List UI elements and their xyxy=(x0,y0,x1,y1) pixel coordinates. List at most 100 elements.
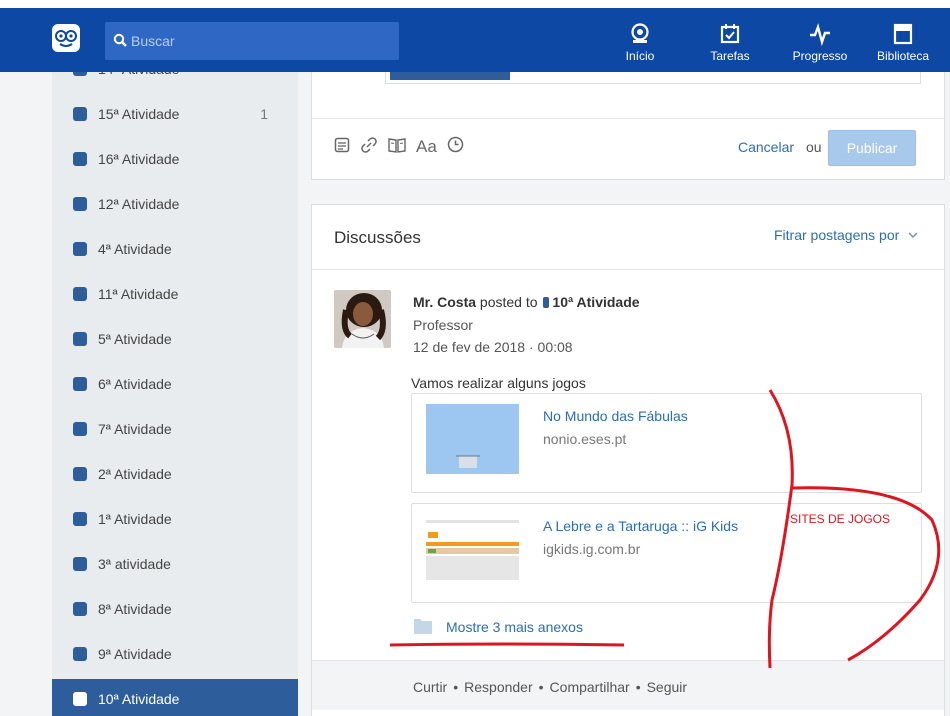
search-input[interactable] xyxy=(131,31,391,51)
discussions-title: Discussões xyxy=(334,228,421,247)
sidebar-item-label: 7ª Atividade xyxy=(98,421,172,437)
top-nav: Início Tarefas Progresso Biblioteca xyxy=(0,8,950,72)
edmodo-logo-icon[interactable] xyxy=(52,24,80,52)
link-icon[interactable] xyxy=(360,136,378,159)
nav-tarefas[interactable]: Tarefas xyxy=(695,16,765,70)
sidebar-item[interactable]: 16ª Atividade xyxy=(52,139,298,179)
publish-button[interactable]: Publicar xyxy=(828,130,916,166)
group-color-icon xyxy=(73,377,87,391)
author-role: Professor xyxy=(413,317,473,333)
reply-link[interactable]: Responder xyxy=(464,679,533,695)
composer-selected-bar xyxy=(390,72,510,80)
share-link[interactable]: Compartilhar xyxy=(550,679,630,695)
sidebar-item[interactable]: 8ª Atividade xyxy=(52,589,298,629)
sidebar-item[interactable]: 12ª Atividade xyxy=(52,184,298,224)
sidebar-item[interactable]: 7ª Atividade xyxy=(52,409,298,449)
sidebar-item[interactable]: 3ª atividade xyxy=(52,544,298,584)
post-actions-bar: Curtir • Responder • Compartilhar • Seguir xyxy=(312,660,944,710)
divider xyxy=(312,269,944,270)
composer-toolbar: Aa xyxy=(334,136,464,158)
sidebar-item-label: 11ª Atividade xyxy=(98,286,179,302)
group-color-icon xyxy=(73,467,87,481)
nav-inicio[interactable]: Início xyxy=(605,16,675,70)
attachment-link-card[interactable]: No Mundo das Fábulas nonio.eses.pt xyxy=(411,393,922,493)
separator: • xyxy=(453,679,459,695)
follow-link[interactable]: Seguir xyxy=(647,679,687,695)
avatar[interactable] xyxy=(334,290,391,348)
sidebar-item[interactable]: 10ª Atividade xyxy=(52,679,298,716)
sidebar-item-label: 1ª Atividade xyxy=(98,511,172,527)
sidebar-item-label: 9ª Atividade xyxy=(98,646,172,662)
group-color-icon xyxy=(73,422,87,436)
post-timestamp[interactable]: 12 de fev de 2018 · 00:08 xyxy=(413,339,573,355)
group-color-icon xyxy=(73,107,87,121)
group-color-icon xyxy=(73,332,87,346)
divider xyxy=(312,118,944,119)
sidebar-item[interactable]: 14ª Atividade xyxy=(52,72,298,89)
cancel-link[interactable]: Cancelar xyxy=(738,139,794,155)
nav-label: Progresso xyxy=(792,49,848,63)
like-link[interactable]: Curtir xyxy=(413,679,447,695)
group-color-icon xyxy=(73,152,87,166)
sidebar-item[interactable]: 2ª Atividade xyxy=(52,454,298,494)
library-icon xyxy=(893,23,913,45)
post-text: Vamos realizar alguns jogos xyxy=(411,375,586,391)
nav-progresso[interactable]: Progresso xyxy=(785,16,855,70)
sidebar-item-label: 6ª Atividade xyxy=(98,376,172,392)
group-color-icon xyxy=(73,197,87,211)
post-actions: Curtir • Responder • Compartilhar • Seguir xyxy=(413,679,687,695)
attachment-domain: igkids.ig.com.br xyxy=(543,541,641,557)
nav-label: Tarefas xyxy=(710,49,750,63)
home-icon xyxy=(631,23,649,43)
posted-to-label: posted to xyxy=(479,294,538,310)
search-box[interactable] xyxy=(105,22,399,60)
show-more-label: Mostre 3 mais anexos xyxy=(446,619,583,635)
sidebar-item[interactable]: 4ª Atividade xyxy=(52,229,298,269)
sidebar-item-count: 1 xyxy=(260,106,268,122)
author-name[interactable]: Mr. Costa xyxy=(413,294,476,310)
group-color-icon xyxy=(73,647,87,661)
link-thumbnail xyxy=(426,514,519,584)
top-bar: Início Tarefas Progresso Biblioteca xyxy=(0,0,950,72)
attachment-domain: nonio.eses.pt xyxy=(543,431,627,447)
nav-label: Biblioteca xyxy=(876,49,930,63)
post-header: Mr. Costa posted to 10ª Atividade xyxy=(413,294,640,310)
nav-label: Início xyxy=(625,49,655,63)
clock-icon[interactable] xyxy=(447,136,464,158)
sidebar: 14ª Atividade 15ª Atividade 1 16ª Atividade… xyxy=(52,72,298,716)
nav-biblioteca[interactable]: Biblioteca xyxy=(868,16,938,70)
sidebar-item[interactable]: 5ª Atividade xyxy=(52,319,298,359)
separator: • xyxy=(538,679,544,695)
library-icon[interactable] xyxy=(388,137,406,158)
sidebar-item-label: 2ª Atividade xyxy=(98,466,172,482)
group-link[interactable]: 10ª Atividade xyxy=(552,294,639,310)
sidebar-item[interactable]: 9ª Atividade xyxy=(52,634,298,674)
sidebar-item-label: 10ª Atividade xyxy=(98,691,180,707)
sidebar-item-label: 3ª atividade xyxy=(98,556,171,572)
link-thumbnail xyxy=(426,404,519,474)
sidebar-item[interactable]: 6ª Atividade xyxy=(52,364,298,404)
sidebar-item-label: 12ª Atividade xyxy=(98,196,180,212)
composer-textbox[interactable] xyxy=(385,72,921,84)
sidebar-item[interactable]: 11ª Atividade xyxy=(52,274,298,314)
group-color-icon xyxy=(73,512,87,526)
attachment-title[interactable]: A Lebre e a Tartaruga :: iG Kids xyxy=(543,518,738,534)
sidebar-item[interactable]: 15ª Atividade 1 xyxy=(52,94,298,134)
or-label: ou xyxy=(806,139,822,155)
note-icon[interactable] xyxy=(334,137,350,158)
attachment-title[interactable]: No Mundo das Fábulas xyxy=(543,408,688,424)
font-icon[interactable]: Aa xyxy=(416,137,437,157)
group-color-icon xyxy=(543,297,550,308)
pulse-icon xyxy=(810,23,830,46)
post-composer: Aa Cancelar ou Publicar xyxy=(311,72,945,180)
sidebar-item-label: 4ª Atividade xyxy=(98,241,172,257)
sidebar-item[interactable]: 1ª Atividade xyxy=(52,499,298,539)
sidebar-item-label: 14ª Atividade xyxy=(98,72,179,78)
group-color-icon xyxy=(73,557,87,571)
group-color-icon xyxy=(73,242,87,256)
group-color-icon xyxy=(73,602,87,616)
filter-posts-dropdown[interactable]: Fitrar postagens por xyxy=(774,227,919,243)
chevron-down-icon xyxy=(908,232,918,238)
discussions-card: Discussões Fitrar postagens por Mr. Cost… xyxy=(311,204,945,716)
annotation-text: SITES DE JOGOS xyxy=(790,512,891,526)
